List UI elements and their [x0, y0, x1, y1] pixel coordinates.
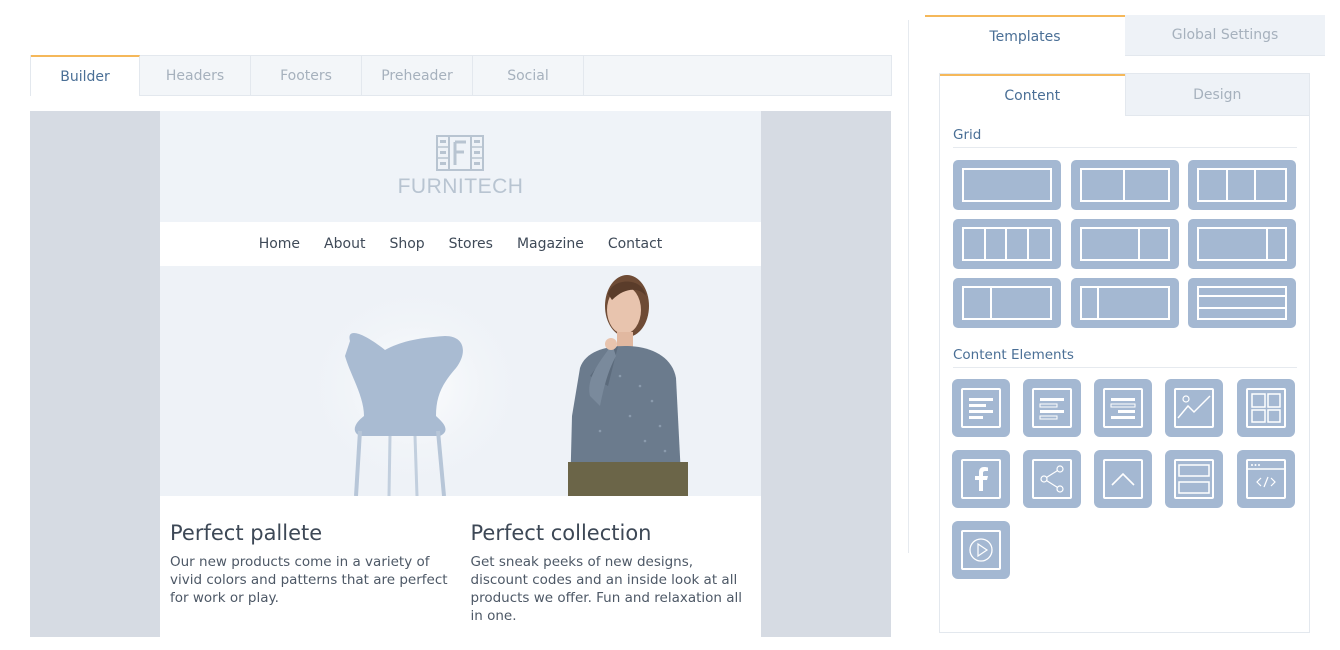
furniture-logo-icon — [436, 135, 484, 171]
grid-layout-1-column[interactable] — [953, 160, 1061, 210]
element-text-left[interactable] — [952, 379, 1010, 437]
text-left-icon — [969, 398, 993, 419]
divider-icon — [1178, 464, 1210, 494]
element-share[interactable] — [1023, 450, 1081, 508]
element-html-code[interactable] — [1237, 450, 1295, 508]
hero-image[interactable] — [160, 266, 761, 496]
column-right[interactable]: Perfect collection Get sneak peeks of ne… — [461, 519, 762, 625]
element-back-to-top[interactable] — [1094, 450, 1152, 508]
column-right-title: Perfect collection — [470, 521, 652, 545]
tab-content[interactable]: Content — [940, 74, 1125, 116]
hero-chair-and-model-image — [295, 275, 688, 496]
sidebar-tab-bar: Templates Global Settings — [925, 15, 1325, 56]
tab-footers[interactable]: Footers — [251, 56, 362, 96]
element-video[interactable] — [952, 521, 1010, 579]
html-code-icon — [1248, 464, 1284, 488]
grid-section-rule — [953, 147, 1297, 148]
tab-builder[interactable]: Builder — [31, 55, 140, 96]
video-icon — [969, 538, 993, 562]
grid-layout-4-columns[interactable] — [953, 219, 1061, 269]
text-mixed-icon — [1039, 398, 1064, 420]
tab-preheader[interactable]: Preheader — [362, 56, 473, 96]
tab-design[interactable]: Design — [1124, 74, 1309, 116]
element-image[interactable] — [1165, 379, 1223, 437]
column-left-text: Our new products come in a variety of vi… — [170, 554, 448, 606]
element-text-right[interactable] — [1094, 379, 1152, 437]
email-preview[interactable]: FURNITECH Home About Shop Stores Magazin… — [160, 111, 761, 637]
column-left[interactable]: Perfect pallete Our new products come in… — [160, 519, 461, 625]
gallery-icon — [1251, 393, 1281, 423]
share-icon — [1040, 465, 1064, 493]
email-nav: Home About Shop Stores Magazine Contact — [160, 222, 761, 266]
templates-panel: Content Design Grid Content Elements — [939, 73, 1310, 633]
grid-layout-3-rows[interactable] — [1188, 278, 1296, 328]
nav-link-magazine[interactable]: Magazine — [505, 236, 596, 252]
grid-layout-2-columns-narrow-left[interactable] — [953, 278, 1061, 328]
grid-layout-2-columns[interactable] — [1071, 160, 1179, 210]
element-divider[interactable] — [1165, 450, 1223, 508]
content-elements-section-rule — [953, 367, 1297, 368]
back-to-top-icon — [1111, 472, 1135, 486]
tab-templates[interactable]: Templates — [925, 15, 1125, 56]
element-text-mixed[interactable] — [1023, 379, 1081, 437]
image-icon — [1177, 395, 1211, 419]
element-gallery[interactable] — [1237, 379, 1295, 437]
email-header[interactable]: FURNITECH — [160, 111, 761, 222]
email-canvas: FURNITECH Home About Shop Stores Magazin… — [30, 111, 891, 637]
grid-layout-2-columns-narrow-left-wide-right[interactable] — [1071, 278, 1179, 328]
content-columns: Perfect pallete Our new products come in… — [160, 519, 761, 625]
grid-section-title: Grid — [953, 127, 982, 143]
grid-layout-2-columns-wide-left[interactable] — [1071, 219, 1179, 269]
nav-link-contact[interactable]: Contact — [596, 236, 674, 252]
column-right-text: Get sneak peeks of new designs, discount… — [470, 554, 743, 624]
column-left-title: Perfect pallete — [170, 521, 323, 545]
grid-layout-3-columns[interactable] — [1188, 160, 1296, 210]
content-elements-section-title: Content Elements — [953, 347, 1074, 363]
tab-social[interactable]: Social — [473, 56, 584, 96]
facebook-icon — [975, 467, 988, 491]
panel-tab-bar: Content Design — [940, 74, 1309, 116]
tab-headers[interactable]: Headers — [140, 56, 251, 96]
nav-link-home[interactable]: Home — [247, 236, 312, 252]
tab-global-settings[interactable]: Global Settings — [1125, 15, 1325, 56]
grid-layout-2-columns-narrow-right[interactable] — [1188, 219, 1296, 269]
nav-link-about[interactable]: About — [312, 236, 377, 252]
panel-divider — [908, 20, 909, 553]
text-right-icon — [1110, 398, 1136, 419]
nav-link-stores[interactable]: Stores — [437, 236, 505, 252]
nav-link-shop[interactable]: Shop — [377, 236, 436, 252]
builder-tab-bar: Builder Headers Footers Preheader Social — [30, 55, 892, 96]
element-facebook[interactable] — [952, 450, 1010, 508]
brand-logo-text: FURNITECH — [397, 175, 524, 198]
